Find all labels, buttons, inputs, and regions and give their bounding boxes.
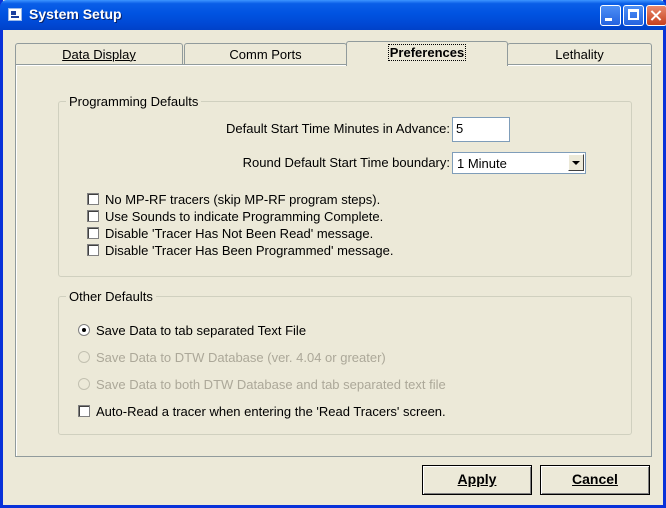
tab-label: Data Display	[62, 47, 136, 62]
radio-button[interactable]	[78, 324, 90, 336]
tab-data-display[interactable]: Data Display	[15, 43, 183, 65]
tab-label: Lethality	[555, 47, 604, 62]
tab-lethality[interactable]: Lethality	[507, 43, 652, 65]
checkbox[interactable]	[87, 227, 99, 239]
start-time-label: Default Start Time Minutes in Advance:	[226, 121, 450, 136]
tab-comm-ports[interactable]: Comm Ports	[184, 43, 347, 65]
group-title: Programming Defaults	[66, 94, 202, 109]
tab-panel-preferences: Programming Defaults Default Start Time …	[15, 64, 652, 457]
apply-button[interactable]: Apply	[422, 465, 532, 495]
checkbox-label: No MP-RF tracers (skip MP-RF program ste…	[105, 192, 381, 207]
start-time-input[interactable]: 5	[452, 117, 510, 142]
tab-label: Preferences	[387, 44, 467, 61]
cancel-label: Cancel	[572, 471, 618, 487]
other-defaults-group: Other Defaults Save Data to tab separate…	[58, 289, 632, 435]
round-boundary-label: Round Default Start Time boundary:	[242, 155, 450, 170]
tab-label: Comm Ports	[229, 47, 302, 62]
title-bar[interactable]: System Setup	[0, 0, 666, 30]
chevron-down-icon[interactable]	[568, 154, 584, 171]
round-boundary-value: 1 Minute	[457, 156, 507, 171]
checkbox[interactable]	[87, 210, 99, 222]
programming-defaults-group: Programming Defaults Default Start Time …	[58, 94, 632, 277]
system-setup-window: System Setup Data Display Comm Ports Pre…	[0, 0, 666, 508]
checkbox-label: Disable 'Tracer Has Not Been Read' messa…	[105, 226, 374, 241]
radio-label: Save Data to DTW Database (ver. 4.04 or …	[96, 350, 386, 365]
checkbox-label: Use Sounds to indicate Programming Compl…	[105, 209, 384, 224]
checkbox-label: Disable 'Tracer Has Been Programmed' mes…	[105, 243, 394, 258]
checkbox[interactable]	[87, 193, 99, 205]
window-title: System Setup	[29, 6, 122, 22]
checkbox-label: Auto-Read a tracer when entering the 'Re…	[96, 404, 446, 419]
apply-label: Apply	[457, 471, 497, 487]
minimize-button[interactable]	[600, 5, 621, 26]
cancel-button[interactable]: Cancel	[540, 465, 650, 495]
radio-label: Save Data to both DTW Database and tab s…	[96, 377, 446, 392]
tab-preferences[interactable]: Preferences	[346, 41, 508, 66]
maximize-button[interactable]	[623, 5, 644, 26]
close-button[interactable]	[646, 5, 666, 26]
round-boundary-select[interactable]: 1 Minute	[452, 152, 586, 174]
radio-button	[78, 351, 90, 363]
group-title: Other Defaults	[66, 289, 156, 304]
app-icon	[8, 8, 22, 21]
radio-button	[78, 378, 90, 390]
checkbox[interactable]	[87, 244, 99, 256]
radio-label: Save Data to tab separated Text File	[96, 323, 307, 338]
checkbox[interactable]	[78, 405, 90, 417]
